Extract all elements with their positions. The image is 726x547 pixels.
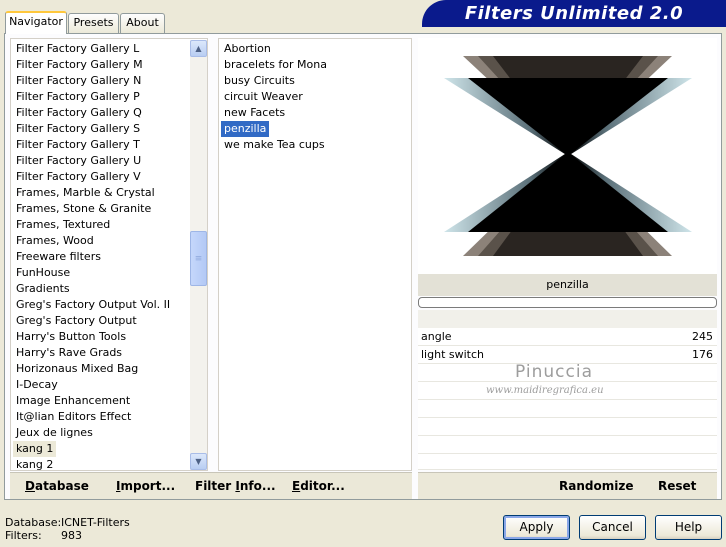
button-label: ditor... [300,479,345,493]
reset-button[interactable]: Reset [658,473,696,500]
category-item[interactable]: kang 1 [13,441,57,457]
grip-icon: ≡ [194,253,203,264]
category-item[interactable]: Filter Factory Gallery T [13,137,191,153]
filter-item[interactable]: Abortion [221,41,409,57]
filter-item[interactable]: busy Circuits [221,73,409,89]
filter-list[interactable]: Abortion bracelets for Mona busy Circuits c… [218,38,412,471]
filter-info-button[interactable]: Filter Info... [195,473,276,500]
param-value: 176 [692,348,713,361]
tab-label: About [126,16,159,29]
editor-button[interactable]: Editor... [292,473,345,500]
category-item[interactable]: Frames, Marble & Crystal [13,185,191,201]
tab-presets[interactable]: Presets [68,13,119,33]
category-item[interactable]: Horizonaus Mixed Bag [13,361,191,377]
watermark-name: Pinuccia [515,362,593,382]
randomize-button[interactable]: Randomize [559,473,633,500]
database-button[interactable]: Database [25,473,89,500]
category-list[interactable]: Filter Factory Gallery L Filter Factory G… [10,38,208,471]
category-item[interactable]: Filter Factory Gallery P [13,89,191,105]
category-items: Filter Factory Gallery L Filter Factory G… [13,41,191,470]
right-toolbar: Randomize Reset [418,472,717,499]
category-item[interactable]: I-Decay [13,377,191,393]
button-label: atabase [34,479,89,493]
category-item[interactable]: Greg's Factory Output Vol. II [13,297,191,313]
left-toolbar: Database Import... Filter Info... Editor… [10,472,412,499]
param-empty [418,400,717,418]
accel-key: D [25,479,35,493]
category-item[interactable]: Frames, Textured [13,217,191,233]
category-item[interactable]: Filter Factory Gallery V [13,169,191,185]
filter-item[interactable]: new Facets [221,105,409,121]
chevron-down-icon: ▼ [195,457,202,466]
filter-preview [418,38,717,274]
button-label-prefix: Filter [195,479,236,493]
category-item[interactable]: Frames, Stone & Granite [13,201,191,217]
category-item[interactable]: Filter Factory Gallery U [13,153,191,169]
preview-filter-label: penzilla [546,278,589,291]
apply-button[interactable]: Apply [503,515,570,540]
category-item[interactable]: Greg's Factory Output [13,313,191,329]
help-button[interactable]: Help [655,515,722,540]
category-item[interactable]: Harry's Rave Grads [13,345,191,361]
database-info-value: ICNET-Filters [61,516,130,529]
tab-navigator[interactable]: Navigator [5,11,67,34]
import-button[interactable]: Import... [116,473,175,500]
filter-item[interactable]: penzilla [221,121,270,137]
category-item[interactable]: Frames, Wood [13,233,191,249]
param-value: 245 [692,330,713,343]
tab-label: Navigator [9,15,63,28]
app-title: Filters Unlimited 2.0 [464,3,684,24]
category-item[interactable]: Filter Factory Gallery Q [13,105,191,121]
chevron-up-icon: ▲ [195,44,202,53]
param-empty [418,454,717,470]
category-item[interactable]: Filter Factory Gallery S [13,121,191,137]
database-info-label: Database: [5,516,62,529]
category-item[interactable]: Filter Factory Gallery N [13,73,191,89]
category-item[interactable]: Gradients [13,281,191,297]
watermark-site: www.maidiregrafica.eu [486,385,604,396]
filters-count-label: Filters: [5,529,42,542]
category-item[interactable]: Filter Factory Gallery L [13,41,191,57]
param-empty [418,418,717,436]
category-item[interactable]: Jeux de lignes [13,425,191,441]
param-angle[interactable]: angle 245 [418,328,717,346]
tab-label: Presets [73,16,114,29]
category-scrollbar[interactable]: ▲ ≡ ▼ [190,40,207,470]
filters-count-value: 983 [61,529,82,542]
cancel-button[interactable]: Cancel [579,515,646,540]
filter-item[interactable]: we make Tea cups [221,137,409,153]
param-label: light switch [421,348,484,361]
preview-filter-name: penzilla [418,274,717,296]
category-item[interactable]: FunHouse [13,265,191,281]
param-empty [418,436,717,454]
preview-image [444,38,692,274]
scroll-thumb[interactable]: ≡ [190,231,207,286]
progress-bar [418,297,717,308]
button-label: nfo... [239,479,276,493]
category-item[interactable]: kang 2 [13,457,191,470]
filter-items: Abortion bracelets for Mona busy Circuits c… [221,41,409,153]
category-item[interactable]: It@lian Editors Effect [13,409,191,425]
tab-about[interactable]: About [120,13,165,33]
app-header: Filters Unlimited 2.0 [422,0,726,27]
param-label: angle [421,330,452,343]
accel-key: E [292,479,301,493]
scroll-down-button[interactable]: ▼ [190,453,207,470]
category-item[interactable]: Image Enhancement [13,393,191,409]
filter-item[interactable]: bracelets for Mona [221,57,409,73]
button-label: mport... [120,479,176,493]
scroll-up-button[interactable]: ▲ [190,40,207,57]
category-item[interactable]: Harry's Button Tools [13,329,191,345]
category-item[interactable]: Freeware filters [13,249,191,265]
category-item[interactable]: Filter Factory Gallery M [13,57,191,73]
filter-item[interactable]: circuit Weaver [221,89,409,105]
